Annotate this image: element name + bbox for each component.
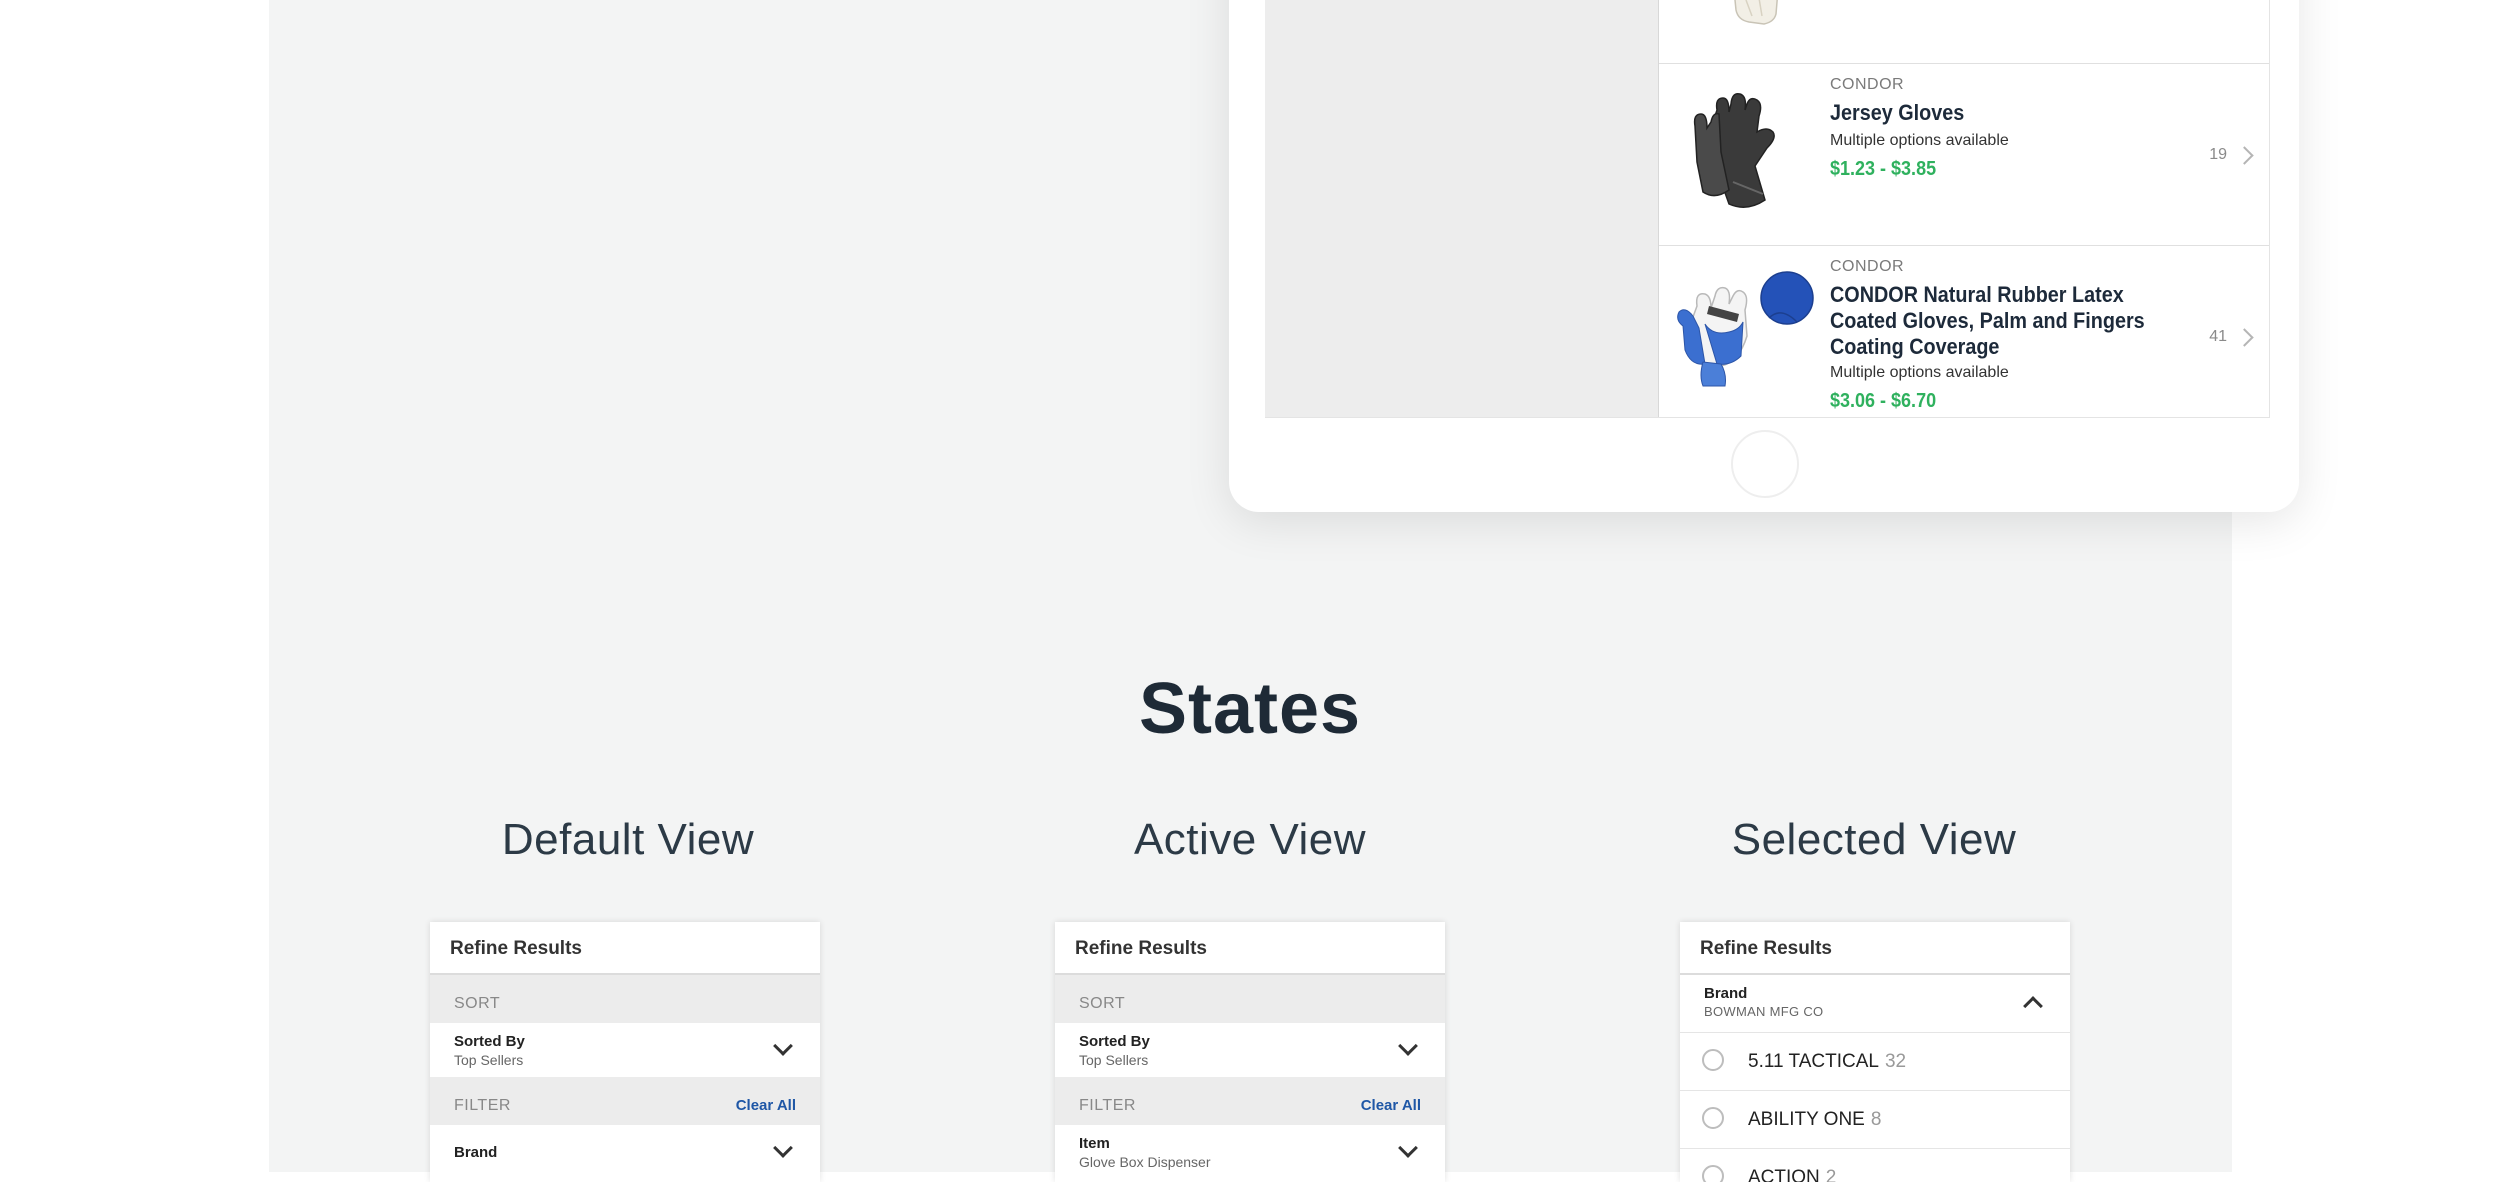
view-title-active: Active View xyxy=(1133,815,1367,864)
clear-all-link[interactable]: Clear All xyxy=(1361,1097,1421,1114)
option-label: ABILITY ONE 8 xyxy=(1748,1109,1881,1131)
filter-section-header: FILTER Clear All xyxy=(1055,1077,1445,1125)
sort-label: SORT xyxy=(1079,995,1126,1012)
filter-field-label: Item xyxy=(1079,1135,1110,1152)
sort-dropdown[interactable]: Sorted By Top Sellers xyxy=(1055,1023,1445,1077)
tablet-screen: CONDOR Jersey Gloves Multiple options av… xyxy=(1265,0,2270,418)
option-label: ACTION 2 xyxy=(1748,1167,1836,1182)
brand-option[interactable]: ABILITY ONE 8 xyxy=(1680,1090,2070,1148)
filter-field-value: Glove Box Dispenser xyxy=(1079,1154,1211,1170)
sort-field-value: Top Sellers xyxy=(454,1052,524,1068)
product-brand: CONDOR xyxy=(1830,76,1905,93)
refine-card-selected: Refine Results Brand BOWMAN MFG CO 5.11 … xyxy=(1680,922,2070,1182)
refine-card-default: Refine Results SORT Sorted By Top Seller… xyxy=(430,922,820,1182)
product-options: Multiple options available xyxy=(1830,132,2009,149)
option-count: 2 xyxy=(1825,1167,1837,1182)
radio-icon[interactable] xyxy=(1702,1049,1724,1071)
option-count: 8 xyxy=(1870,1109,1882,1130)
product-name[interactable]: Jersey Gloves xyxy=(1830,100,2163,126)
sort-section-header: SORT xyxy=(430,975,820,1023)
card-header: Refine Results xyxy=(430,922,820,975)
option-name: 5.11 TACTICAL xyxy=(1748,1051,1879,1072)
sort-field-label: Sorted By xyxy=(454,1033,525,1050)
sort-field-value: Top Sellers xyxy=(1079,1052,1149,1068)
chevron-down-icon[interactable] xyxy=(1398,1138,1418,1158)
glove-image xyxy=(1693,92,1775,208)
option-label: 5.11 TACTICAL 32 xyxy=(1748,1051,1906,1073)
card-header: Refine Results xyxy=(1680,922,2070,975)
chevron-down-icon[interactable] xyxy=(773,1138,793,1158)
product-row[interactable] xyxy=(1659,0,2269,64)
states-heading: States xyxy=(1138,669,1362,749)
product-row[interactable]: CONDOR Jersey Gloves Multiple options av… xyxy=(1659,64,2269,246)
refine-card-active: Refine Results SORT Sorted By Top Seller… xyxy=(1055,922,1445,1182)
sort-dropdown[interactable]: Sorted By Top Sellers xyxy=(430,1023,820,1077)
filter-label: FILTER xyxy=(1079,1097,1136,1114)
chevron-right-icon[interactable] xyxy=(2235,146,2254,165)
product-name[interactable]: CONDOR Natural Rubber Latex Coated Glove… xyxy=(1830,282,2163,360)
glove-image xyxy=(1677,271,1814,387)
product-list: CONDOR Jersey Gloves Multiple options av… xyxy=(1658,0,2269,417)
filter-dropdown[interactable]: Item Glove Box Dispenser xyxy=(1055,1125,1445,1179)
product-price: $1.23 - $3.85 xyxy=(1830,158,1937,180)
card-title: Refine Results xyxy=(450,938,582,959)
radio-icon[interactable] xyxy=(1702,1107,1724,1129)
brand-dropdown[interactable]: Brand BOWMAN MFG CO xyxy=(1680,975,2070,1032)
product-brand: CONDOR xyxy=(1830,258,1905,275)
brand-option[interactable]: ACTION 2 xyxy=(1680,1148,2070,1182)
home-button-icon xyxy=(1731,430,1799,498)
chevron-down-icon[interactable] xyxy=(773,1036,793,1056)
filter-field-label: Brand xyxy=(454,1144,498,1161)
brand-field-label: Brand xyxy=(1704,985,1748,1002)
filter-label: FILTER xyxy=(454,1097,511,1114)
product-row[interactable]: CONDOR CONDOR Natural Rubber Latex Coate… xyxy=(1659,246,2269,418)
brand-option[interactable]: 5.11 TACTICAL 32 xyxy=(1680,1032,2070,1090)
sort-section-header: SORT xyxy=(1055,975,1445,1023)
view-title-selected: Selected View xyxy=(1731,815,2017,864)
sort-label: SORT xyxy=(454,995,501,1012)
option-name: ACTION xyxy=(1748,1167,1820,1182)
filter-dropdown[interactable]: Brand xyxy=(430,1125,820,1179)
product-price: $3.06 - $6.70 xyxy=(1830,390,1937,412)
product-count: 41 xyxy=(2209,328,2227,345)
glove-image xyxy=(1734,0,1778,25)
view-title-default: Default View xyxy=(501,815,755,864)
card-header: Refine Results xyxy=(1055,922,1445,975)
filter-section-header: FILTER Clear All xyxy=(430,1077,820,1125)
option-count: 32 xyxy=(1884,1051,1907,1072)
product-options: Multiple options available xyxy=(1830,364,2009,381)
chevron-right-icon[interactable] xyxy=(2235,328,2254,347)
chevron-down-icon[interactable] xyxy=(1398,1036,1418,1056)
chevron-up-icon[interactable] xyxy=(2023,996,2043,1016)
card-title: Refine Results xyxy=(1700,938,1832,959)
card-title: Refine Results xyxy=(1075,938,1207,959)
brand-field-value: BOWMAN MFG CO xyxy=(1704,1004,1824,1019)
sort-field-label: Sorted By xyxy=(1079,1033,1150,1050)
clear-all-link[interactable]: Clear All xyxy=(736,1097,796,1114)
filter-sidebar xyxy=(1265,0,1658,417)
radio-icon[interactable] xyxy=(1702,1165,1724,1182)
product-count: 19 xyxy=(2209,146,2227,163)
option-name: ABILITY ONE xyxy=(1748,1109,1865,1130)
